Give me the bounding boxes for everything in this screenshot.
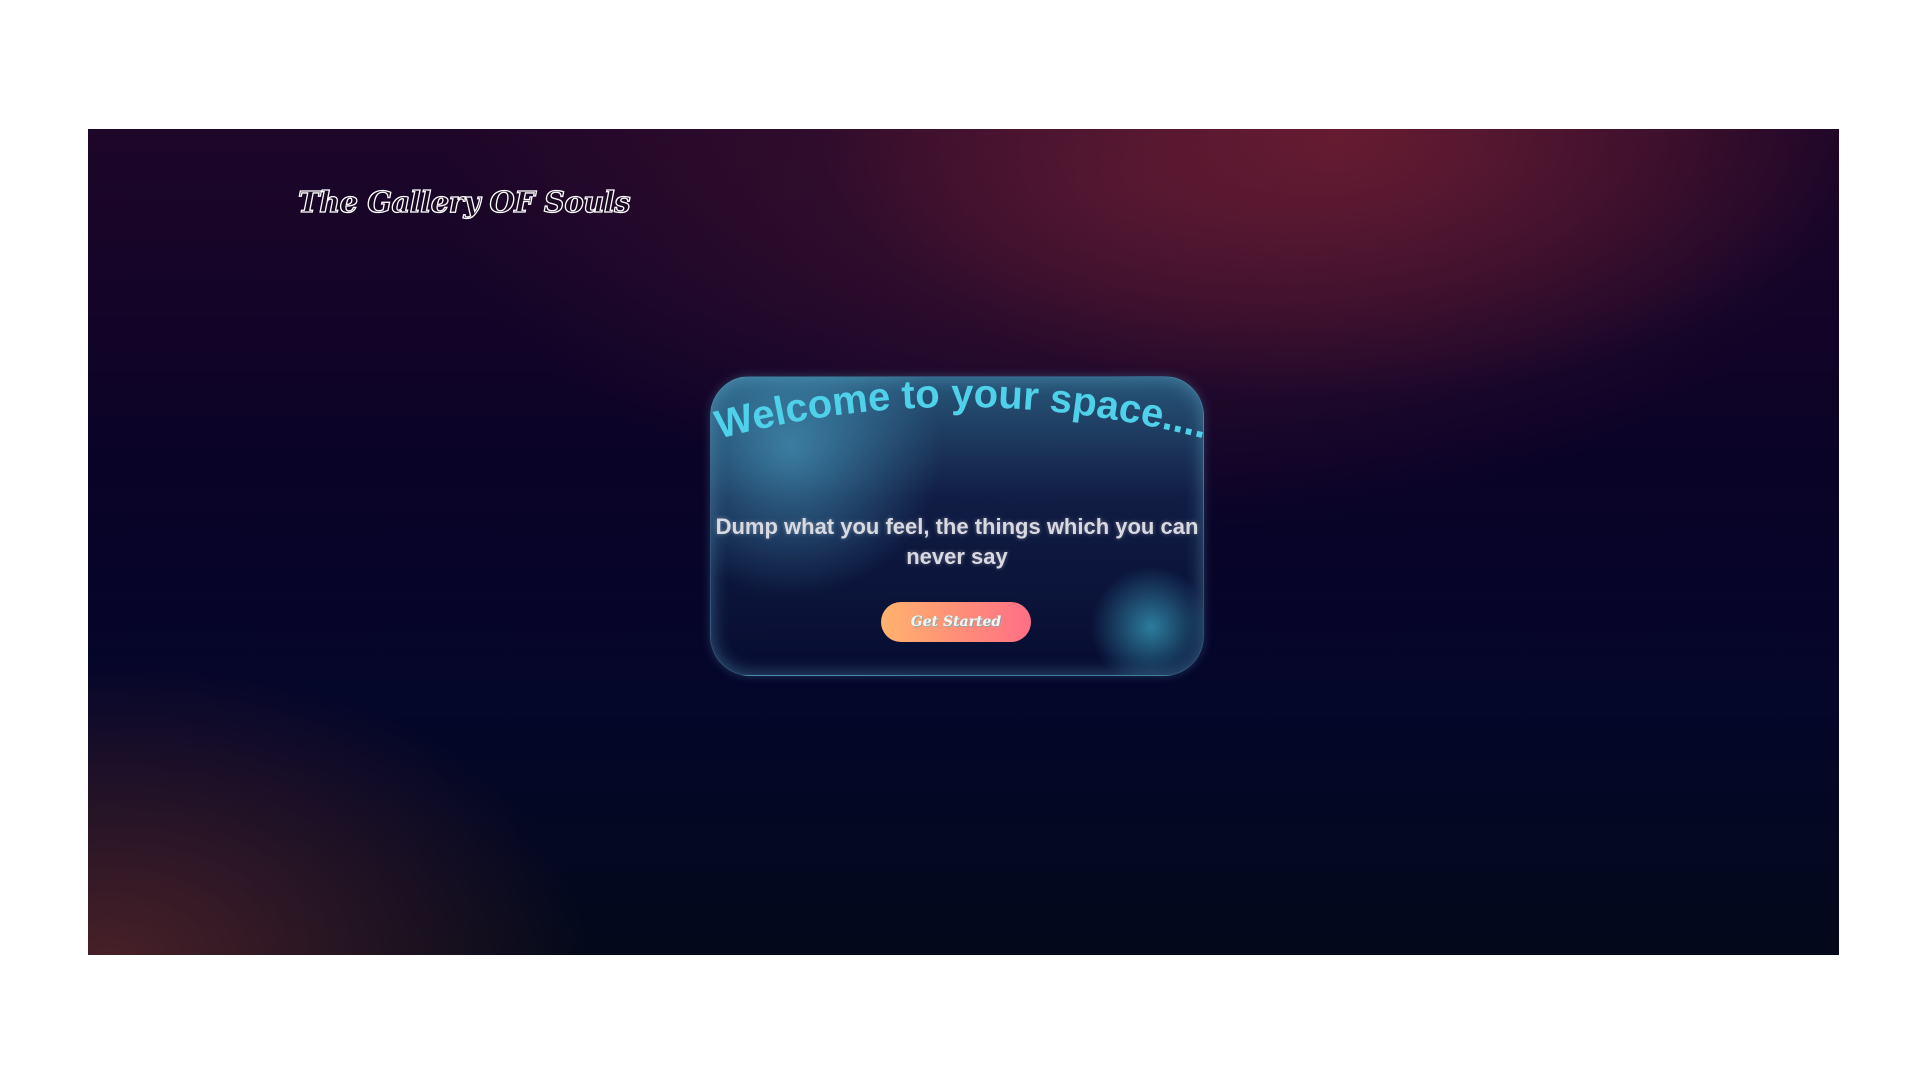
page-background: The Gallery OF Souls Welcome to your spa… [88, 129, 1839, 955]
welcome-title-path: Welcome to your space.... [711, 377, 1203, 448]
welcome-subtitle-line2: never say [906, 544, 1008, 569]
get-started-button[interactable]: Get Started [881, 602, 1031, 642]
welcome-subtitle: Dump what you feel, the things which you… [711, 512, 1203, 572]
welcome-subtitle-line1: Dump what you feel, the things which you… [715, 514, 1199, 539]
welcome-title-text: Welcome to your space.... [711, 377, 1203, 448]
welcome-title-svg: Welcome to your space.... [711, 377, 1203, 448]
site-logo[interactable]: The Gallery OF Souls [297, 184, 631, 219]
welcome-card: Welcome to your space.... Dump what you … [710, 376, 1204, 676]
welcome-title: Welcome to your space.... [711, 377, 1203, 457]
